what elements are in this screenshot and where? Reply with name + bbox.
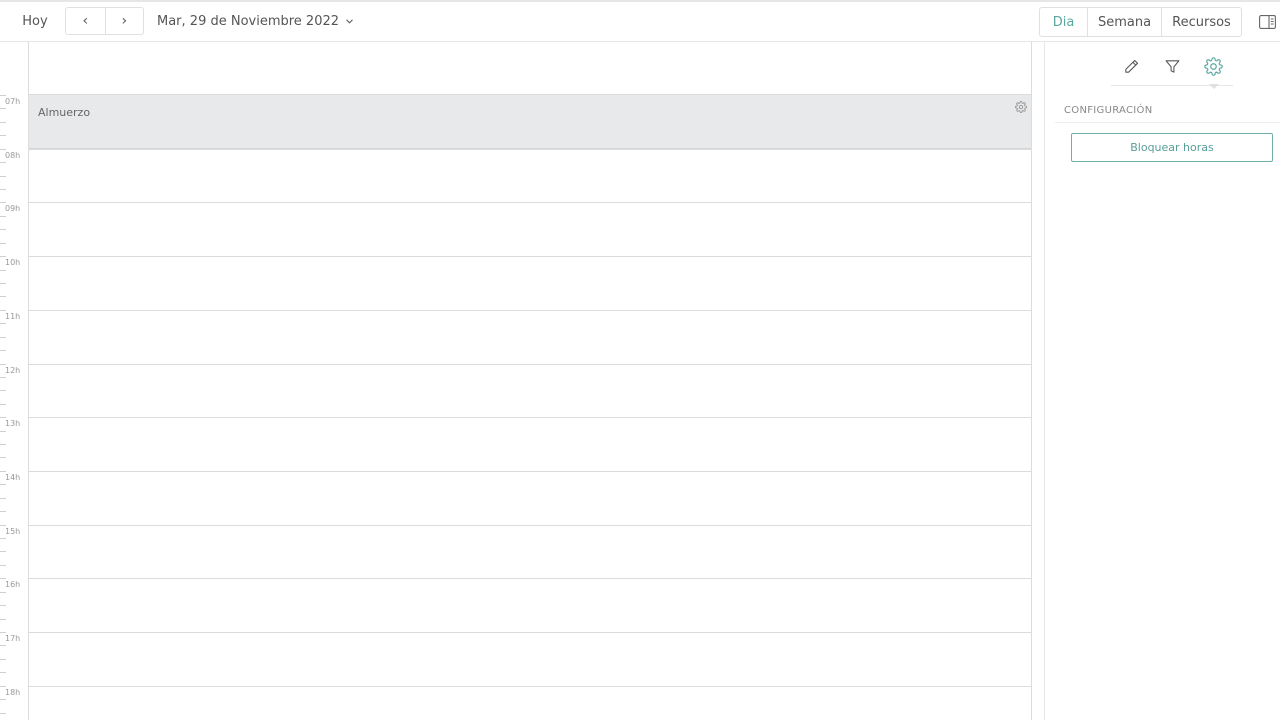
hour-line (29, 470, 1031, 472)
quarter-tick (0, 605, 6, 607)
event-title: Almuerzo (38, 106, 91, 119)
quarter-tick (0, 551, 6, 553)
quarter-tick (0, 511, 6, 513)
hour-label: 08h (5, 150, 21, 160)
hour-line (29, 524, 1031, 526)
hour-line (29, 256, 1031, 258)
quarter-tick (0, 296, 6, 298)
view-switcher: Dia Semana Recursos (1039, 7, 1242, 37)
hour-tick (0, 417, 6, 419)
hour-label: 07h (5, 97, 21, 106)
next-day-button[interactable]: › (104, 8, 144, 34)
hour-line (29, 363, 1031, 365)
hour-tick (0, 632, 6, 633)
quarter-tick (0, 658, 6, 660)
gear-icon[interactable] (1015, 98, 1027, 113)
quarter-tick (0, 135, 6, 137)
side-panel: CONFIGURACIÓN Bloquear horas (1044, 42, 1280, 720)
quarter-tick (0, 229, 6, 231)
view-day-button[interactable]: Dia (1040, 8, 1087, 36)
hour-tick (0, 470, 6, 472)
hour-tick (0, 256, 6, 258)
hour-tick (0, 95, 6, 96)
day-grid[interactable]: Almuerzo (29, 42, 1031, 720)
hour-label: 11h (5, 311, 21, 321)
quarter-tick (0, 108, 6, 110)
hour-tick (0, 309, 6, 311)
hour-label: 12h (5, 365, 21, 375)
quarter-tick (0, 323, 6, 325)
quarter-tick (0, 457, 6, 459)
hour-line (29, 309, 1031, 311)
hour-label: 17h (5, 634, 21, 643)
quarter-tick (0, 188, 6, 190)
time-column: 07h 08h 09h 10h 11h 12h 13h 14h 15h 16h 17h 18h (0, 42, 29, 720)
calendar-toolbar: Hoy ‹ › Mar, 29 de Noviembre 2022 Dia Se… (0, 0, 1280, 42)
date-picker[interactable]: Mar, 29 de Noviembre 2022 (157, 8, 353, 34)
quarter-tick (0, 484, 6, 486)
hour-label: 13h (5, 419, 21, 429)
hour-line (29, 417, 1031, 419)
hour-label: 15h (5, 526, 21, 536)
hour-label: 09h (5, 204, 21, 214)
gear-icon[interactable] (1202, 55, 1224, 77)
hour-line (29, 202, 1031, 204)
day-calendar: 07h 08h 09h 10h 11h 12h 13h 14h 15h 16h 17h 18h Alm… (0, 42, 1032, 720)
today-button[interactable]: Hoy (12, 8, 58, 34)
quarter-tick (0, 350, 6, 351)
date-navigation: ‹ › (65, 7, 144, 35)
section-divider (1055, 122, 1280, 123)
quarter-tick (0, 430, 6, 432)
quarter-tick (0, 215, 6, 217)
quarter-tick (0, 336, 6, 338)
quarter-tick (0, 175, 6, 177)
hour-line (29, 685, 1031, 687)
quarter-tick (0, 699, 6, 701)
quarter-tick (0, 269, 6, 271)
quarter-tick (0, 121, 6, 123)
active-tool-caret (1209, 84, 1219, 89)
quarter-tick (0, 390, 6, 392)
quarter-tick (0, 712, 6, 714)
block-hours-button[interactable]: Bloquear horas (1071, 133, 1273, 162)
hour-tick (0, 202, 6, 204)
sidebar-panel-icon[interactable] (1257, 12, 1277, 32)
blocked-time-event[interactable]: Almuerzo (29, 95, 1031, 149)
quarter-tick (0, 591, 6, 593)
all-day-row[interactable] (29, 42, 1031, 95)
hour-label: 16h (5, 580, 21, 590)
hour-label: 14h (5, 472, 21, 482)
quarter-tick (0, 538, 6, 539)
quarter-tick (0, 403, 6, 405)
hour-tick (0, 578, 6, 580)
quarter-tick (0, 564, 6, 566)
filter-icon[interactable] (1161, 55, 1183, 77)
section-title: CONFIGURACIÓN (1064, 105, 1153, 116)
hour-tick (0, 524, 6, 526)
prev-day-button[interactable]: ‹ (66, 8, 105, 34)
quarter-tick (0, 444, 6, 445)
quarter-tick (0, 645, 6, 647)
quarter-tick (0, 162, 6, 164)
hour-tick (0, 685, 6, 687)
hour-line (29, 578, 1031, 580)
quarter-tick (0, 376, 6, 378)
quarter-tick (0, 672, 6, 674)
quarter-tick (0, 282, 6, 284)
edit-pencil-icon[interactable] (1120, 55, 1142, 77)
hour-tick (0, 363, 6, 365)
hour-tick (0, 148, 6, 150)
chevron-down-icon (346, 18, 353, 24)
quarter-tick (0, 618, 6, 620)
hour-line (29, 632, 1031, 633)
view-resources-button[interactable]: Recursos (1161, 8, 1241, 36)
quarter-tick (0, 242, 6, 244)
panel-tools (1111, 52, 1233, 89)
hour-label: 18h (5, 687, 21, 697)
hour-label: 10h (5, 258, 21, 268)
quarter-tick (0, 497, 6, 499)
hour-line (29, 148, 1031, 150)
view-week-button[interactable]: Semana (1087, 8, 1161, 36)
current-date-label: Mar, 29 de Noviembre 2022 (157, 13, 340, 29)
